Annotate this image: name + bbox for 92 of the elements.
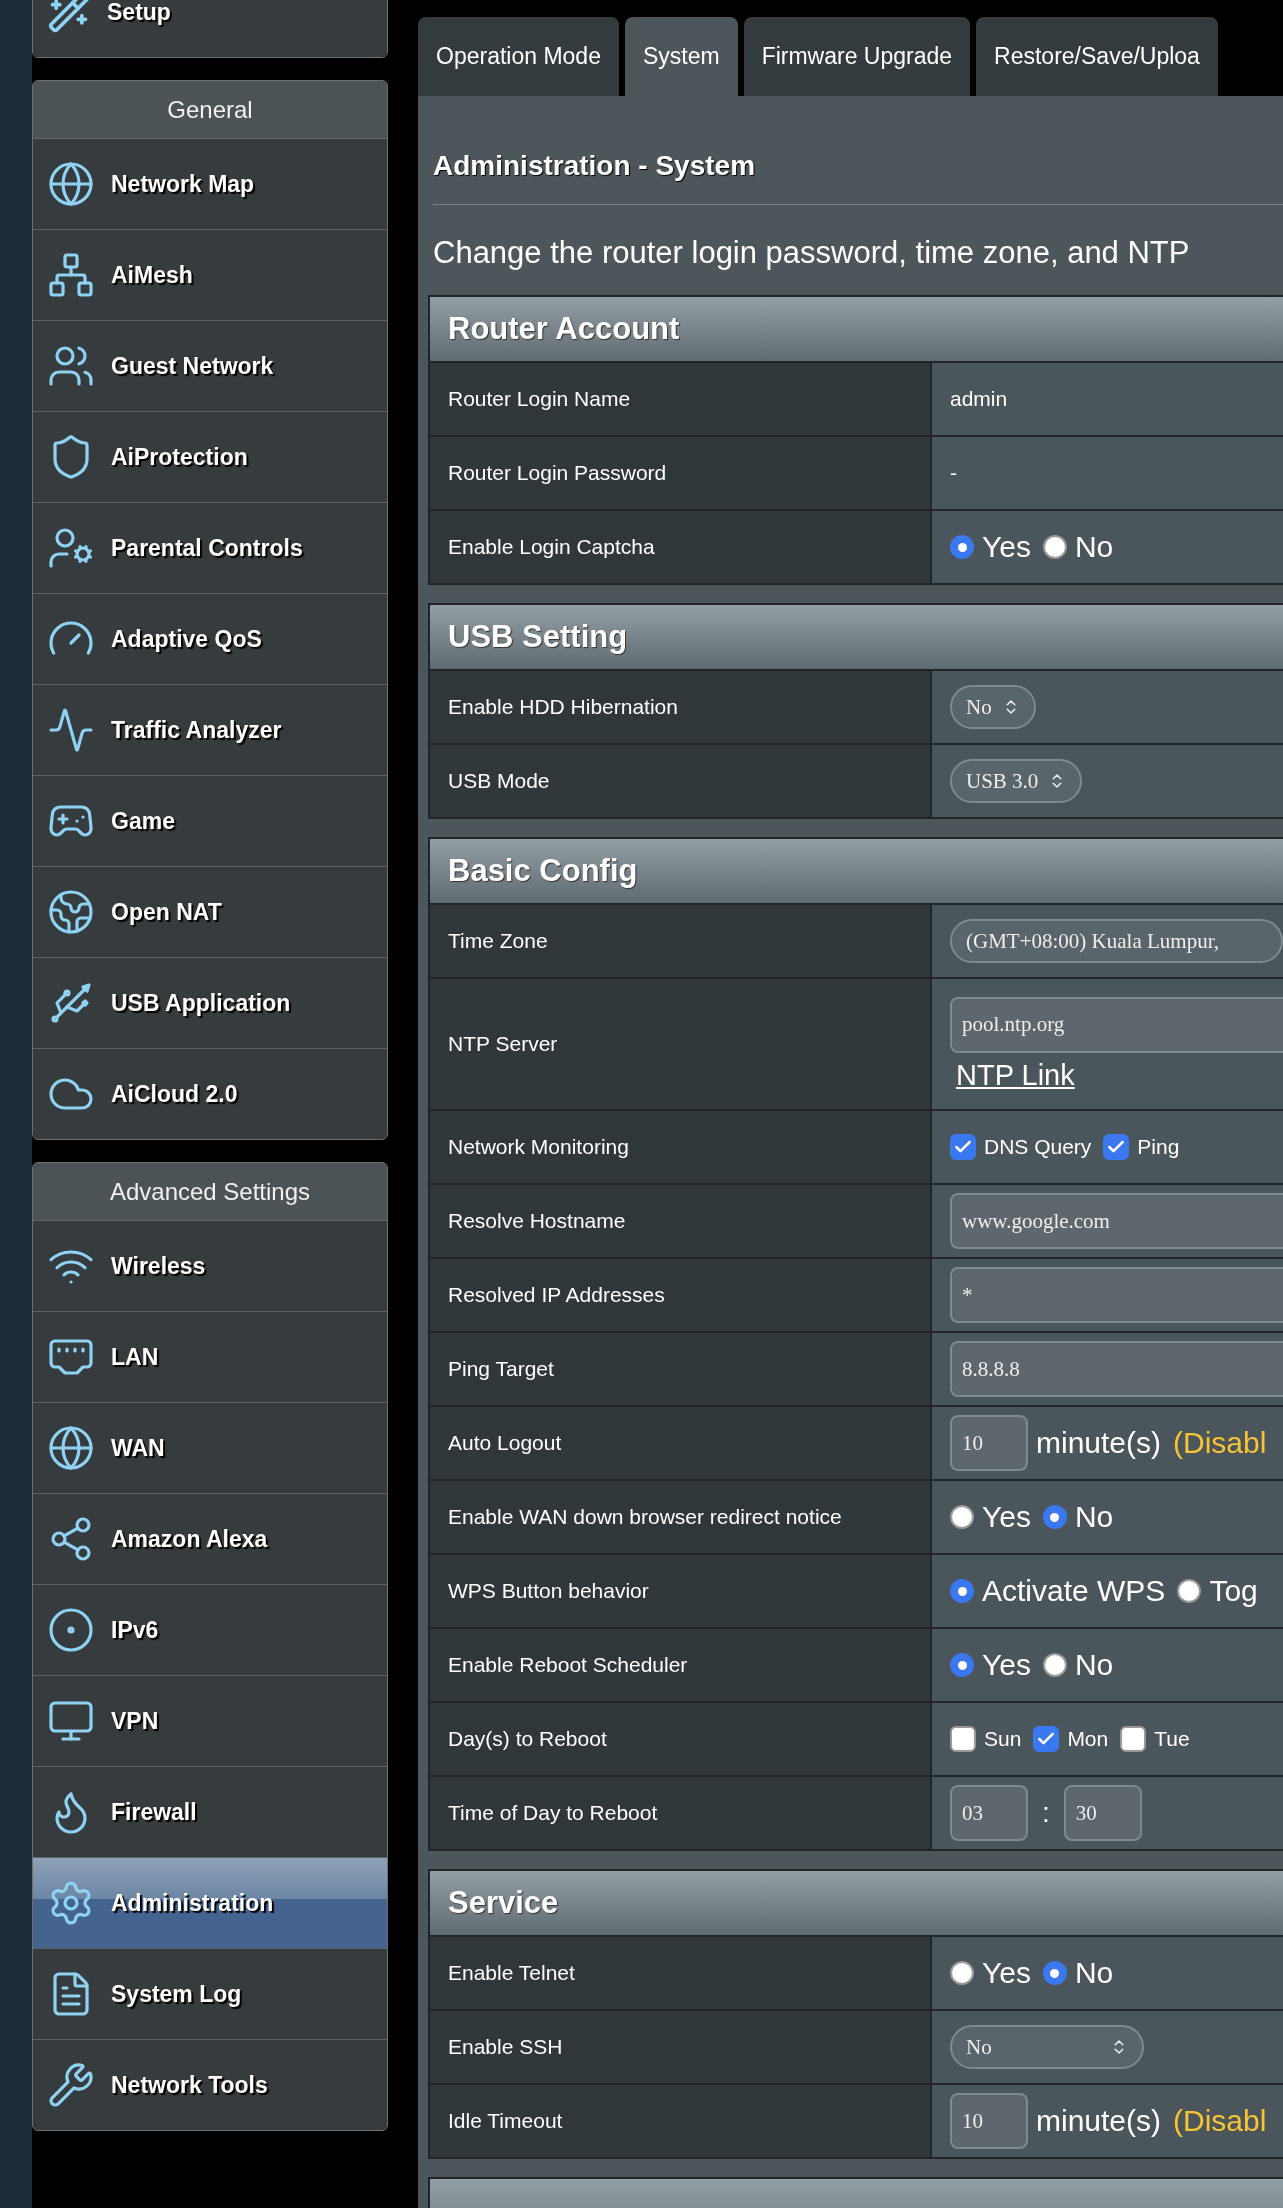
dropdown[interactable]: No xyxy=(950,2025,1144,2069)
setting-label: Time Zone xyxy=(430,905,932,977)
section-header: USB Setting xyxy=(430,605,1283,671)
radio-label: Yes xyxy=(982,1956,1031,1990)
radio-label: Yes xyxy=(982,530,1031,564)
setting-label: Enable HDD Hibernation xyxy=(430,671,932,743)
radio-button[interactable] xyxy=(950,1961,974,1985)
input-field[interactable]: 8.8.8.8 xyxy=(950,1341,1283,1397)
unit-label: minute(s) xyxy=(1036,2104,1162,2138)
group-title: General xyxy=(33,81,387,139)
setting-label: Router Login Name xyxy=(430,363,932,435)
radio-label: No xyxy=(1074,1500,1114,1534)
wand-icon xyxy=(47,0,91,34)
radio-label: Activate WPS xyxy=(982,1574,1166,1608)
radio-label: Tog xyxy=(1209,1574,1258,1608)
radio-label: Yes xyxy=(982,1648,1031,1682)
checkbox-label: Mon xyxy=(1067,1727,1109,1751)
checkbox-label: Sun xyxy=(984,1727,1022,1751)
input-field[interactable]: * xyxy=(950,1267,1283,1323)
input-field[interactable]: 03 xyxy=(950,1785,1028,1841)
setting-label: Resolved IP Addresses xyxy=(430,1259,932,1331)
sidebar-item[interactable]: Administration xyxy=(33,1858,387,1949)
field-value: admin xyxy=(950,387,1008,411)
input-field[interactable]: 30 xyxy=(1063,1785,1142,1841)
radio-label: No xyxy=(1074,530,1114,564)
checkbox[interactable] xyxy=(950,1134,976,1160)
field-value: - xyxy=(950,461,957,485)
radio-button[interactable] xyxy=(1042,535,1067,559)
tab[interactable]: System xyxy=(624,17,738,96)
setting-label: Time of Day to Reboot xyxy=(430,1777,932,1849)
page-description: Change the router login password, time zone, and NTP xyxy=(433,235,1191,271)
setting-label: Enable Reboot Scheduler xyxy=(430,1629,932,1701)
setting-label: Enable Telnet xyxy=(430,1937,932,2009)
circle-dot-icon xyxy=(47,1606,95,1654)
setting-label: Network Monitoring xyxy=(430,1111,932,1183)
dropdown[interactable]: No xyxy=(950,685,1036,729)
time-separator: : xyxy=(1041,1797,1051,1829)
section-header: Service xyxy=(430,1871,1283,1937)
note-text: (Disabl xyxy=(1173,2104,1267,2138)
radio-button[interactable] xyxy=(950,535,974,559)
radio-button[interactable] xyxy=(1177,1579,1202,1603)
checkbox-label: Tue xyxy=(1154,1727,1190,1751)
input-field[interactable]: pool.ntp.org xyxy=(950,996,1283,1053)
radio-button[interactable] xyxy=(1042,1653,1067,1677)
radio-button[interactable] xyxy=(1042,1505,1067,1529)
setting-label: Router Login Password xyxy=(430,437,932,509)
radio-label: No xyxy=(1074,1956,1114,1990)
setting-label: Day(s) to Reboot xyxy=(430,1703,932,1775)
group-title: Advanced Settings xyxy=(33,1163,387,1221)
tab[interactable]: Operation Mode xyxy=(418,17,619,96)
tab[interactable]: Restore/Save/Uploa xyxy=(976,17,1218,96)
setting-label: Enable Login Captcha xyxy=(430,511,932,583)
wrench-icon xyxy=(47,2061,95,2109)
checkbox-label: DNS Query xyxy=(984,1135,1092,1159)
radio-label: Yes xyxy=(982,1500,1031,1534)
setting-label: Ping Target xyxy=(430,1333,932,1405)
globe-icon xyxy=(47,160,95,208)
activity-icon xyxy=(47,706,95,754)
checkbox[interactable] xyxy=(1120,1726,1147,1752)
radio-button[interactable] xyxy=(950,1579,974,1603)
earth-icon xyxy=(47,888,95,936)
sidebar-item[interactable]: Setup xyxy=(33,0,387,57)
input-field[interactable]: www.google.com xyxy=(950,1193,1283,1249)
ntp-link[interactable]: NTP Link xyxy=(956,1058,1283,1092)
note-text: (Disabl xyxy=(1173,1426,1267,1460)
section-header: Router Account xyxy=(430,297,1283,363)
setting-label: USB Mode xyxy=(430,745,932,817)
input-field[interactable]: 10 xyxy=(950,2093,1028,2149)
page-heading: Administration - System xyxy=(432,149,757,183)
radio-button[interactable] xyxy=(950,1653,974,1677)
setting-label: WPS Button behavior xyxy=(430,1555,932,1627)
section-header: Basic Config xyxy=(430,839,1283,905)
checkbox-label: Ping xyxy=(1137,1135,1180,1159)
setting-label: Enable WAN down browser redirect notice xyxy=(430,1481,932,1553)
checkbox[interactable] xyxy=(950,1726,976,1752)
radio-label: No xyxy=(1074,1648,1114,1682)
globe-icon xyxy=(47,1424,95,1472)
input-field[interactable]: 10 xyxy=(950,1415,1028,1471)
tab[interactable]: Firmware Upgrade xyxy=(743,17,971,96)
dropdown[interactable]: USB 3.0 xyxy=(950,759,1083,803)
radio-button[interactable] xyxy=(1042,1961,1067,1985)
setting-label: Idle Timeout xyxy=(430,2085,932,2157)
checkbox[interactable] xyxy=(1103,1134,1130,1160)
radio-button[interactable] xyxy=(950,1505,974,1529)
network-icon xyxy=(47,251,95,299)
checkbox[interactable] xyxy=(1033,1726,1060,1752)
setting-label: NTP Server xyxy=(430,979,932,1109)
dropdown[interactable]: (GMT+08:00) Kuala Lumpur, xyxy=(950,919,1283,963)
setting-label: Enable SSH xyxy=(430,2011,932,2083)
unit-label: minute(s) xyxy=(1036,1426,1162,1460)
setting-label: Resolve Hostname xyxy=(430,1185,932,1257)
setting-label: Auto Logout xyxy=(430,1407,932,1479)
